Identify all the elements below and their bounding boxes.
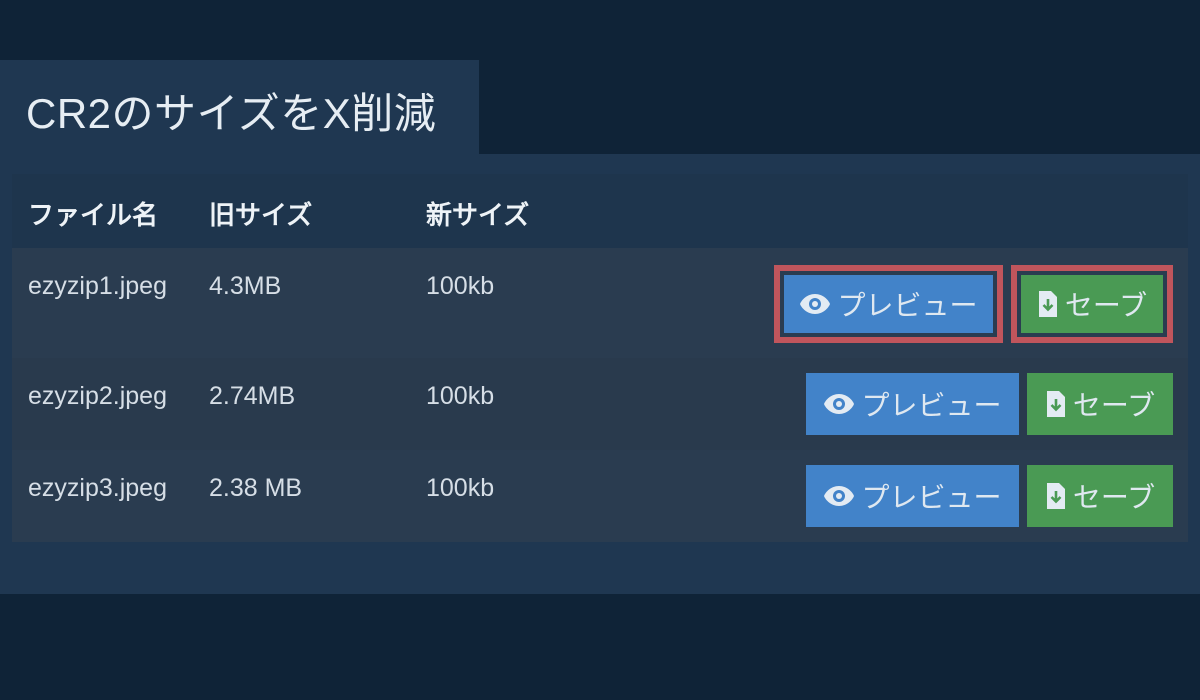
file-download-icon [1045, 390, 1067, 418]
save-label: セーブ [1072, 390, 1156, 421]
old-size: 2.74MB [209, 382, 296, 410]
header-old-size: 旧サイズ [209, 200, 313, 230]
file-name: ezyzip3.jpeg [28, 474, 167, 502]
file-download-icon [1045, 482, 1067, 510]
preview-button[interactable]: プレビュー [784, 275, 993, 333]
results-table: ファイル名 旧サイズ 新サイズ ezyzip1.jpeg 4.3MB 100kb… [12, 174, 1188, 542]
preview-button[interactable]: プレビュー [806, 373, 1019, 435]
save-label: セーブ [1072, 482, 1156, 513]
save-button[interactable]: セーブ [1027, 465, 1173, 527]
save-button[interactable]: セーブ [1027, 373, 1173, 435]
file-name: ezyzip1.jpeg [28, 272, 167, 300]
table-row: ezyzip3.jpeg 2.38 MB 100kb プレビュー セーブ [12, 450, 1188, 542]
table-row: ezyzip2.jpeg 2.74MB 100kb プレビュー セーブ [12, 358, 1188, 450]
old-size: 4.3MB [209, 272, 282, 300]
new-size: 100kb [426, 474, 495, 502]
header-file-name: ファイル名 [28, 200, 159, 230]
results-panel: ファイル名 旧サイズ 新サイズ ezyzip1.jpeg 4.3MB 100kb… [0, 154, 1200, 594]
table-row: ezyzip1.jpeg 4.3MB 100kb プレビュー セーブ [12, 248, 1188, 358]
new-size: 100kb [426, 382, 495, 410]
eye-icon [823, 393, 855, 415]
eye-icon [799, 293, 831, 315]
file-name: ezyzip2.jpeg [28, 382, 167, 410]
preview-label: プレビュー [837, 290, 978, 321]
preview-label: プレビュー [861, 390, 1002, 421]
new-size: 100kb [426, 272, 495, 300]
preview-button[interactable]: プレビュー [806, 465, 1019, 527]
file-download-icon [1037, 290, 1059, 318]
page-title: CR2のサイズをX削減 [26, 90, 437, 137]
header-new-size: 新サイズ [426, 200, 530, 230]
old-size: 2.38 MB [209, 474, 303, 502]
eye-icon [823, 485, 855, 507]
save-label: セーブ [1064, 290, 1148, 321]
title-tab: CR2のサイズをX削減 [0, 60, 479, 154]
table-header: ファイル名 旧サイズ 新サイズ [12, 174, 1188, 248]
save-button[interactable]: セーブ [1021, 275, 1163, 333]
preview-label: プレビュー [861, 482, 1002, 513]
